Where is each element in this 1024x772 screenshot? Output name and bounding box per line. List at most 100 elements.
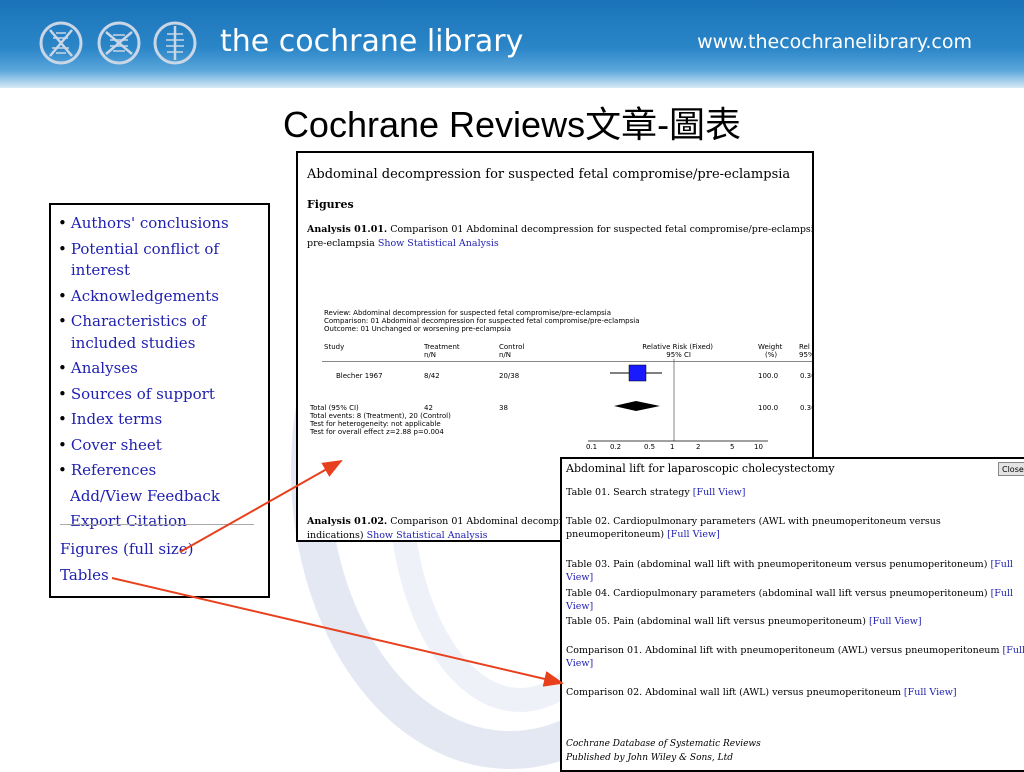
review-nav-panel: • Authors' conclusions • Potential conflict… bbox=[49, 203, 270, 598]
overall-effect: Test for overall effect z=2.88 p=0.004 bbox=[310, 428, 444, 436]
nav-item-label: Export Citation bbox=[70, 512, 187, 530]
show-statistical-analysis-link[interactable]: Show Statistical Analysis bbox=[378, 238, 499, 249]
footer-line-1: Cochrane Database of Systematic Reviews bbox=[566, 739, 761, 749]
nav-item-label: Cover sheet bbox=[70, 435, 162, 454]
bullet: • bbox=[58, 435, 67, 454]
bullet: • bbox=[58, 461, 67, 479]
axis-tick-label: 5 bbox=[730, 443, 735, 451]
heterogeneity: Test for heterogeneity: not applicable bbox=[310, 420, 441, 428]
nav-item-label: Characteristics of included studies bbox=[70, 312, 207, 352]
table-item-title: Table 02. Cardiopulmonary parameters (AW… bbox=[566, 516, 941, 540]
table-list-item: Table 03. Pain (abdominal wall lift with… bbox=[566, 558, 1024, 584]
nav-item-label: Analyses bbox=[70, 359, 138, 377]
table-list-item: Table 04. Cardiopulmonary parameters (ab… bbox=[566, 587, 1024, 613]
bullet: • bbox=[58, 214, 67, 232]
nav-item-label: Potential conflict of interest bbox=[70, 239, 219, 280]
bullet: • bbox=[58, 239, 67, 258]
full-view-link[interactable]: [Full View] bbox=[667, 529, 720, 540]
full-view-link[interactable]: [Full View] bbox=[904, 687, 957, 698]
dna-logo-icon bbox=[97, 21, 141, 65]
nav-item[interactable]: • Index terms bbox=[58, 409, 263, 431]
study-treatment: 8/42 bbox=[424, 372, 440, 380]
nav-item[interactable]: • References bbox=[58, 460, 263, 482]
axis-tick-label: 1 bbox=[670, 443, 675, 451]
brand-name: the cochrane library bbox=[220, 24, 524, 59]
summary-diamond bbox=[614, 401, 660, 411]
table-item-title: Table 05. Pain (abdominal wall lift vers… bbox=[566, 616, 866, 627]
table-item-title: Comparison 02. Abdominal wall lift (AWL)… bbox=[566, 687, 901, 698]
analysis-1-caption: Analysis 01.01. Comparison 01 Abdominal … bbox=[307, 223, 814, 251]
effect-marker bbox=[628, 364, 647, 382]
nav-item[interactable]: • Potential conflict of interest bbox=[58, 239, 263, 282]
dna-logo-icon bbox=[39, 21, 83, 65]
axis-tick-label: 0.1 bbox=[586, 443, 598, 451]
bullet: • bbox=[58, 286, 67, 305]
nav-item[interactable]: • Analyses bbox=[58, 358, 263, 380]
axis-tick-label: 10 bbox=[754, 443, 763, 451]
nav-item[interactable]: • Acknowledgements bbox=[58, 286, 263, 308]
meta-review: Review: Abdominal decompression for susp… bbox=[324, 309, 612, 317]
analysis-2-text: Comparison 01 Abdominal decompressio bbox=[390, 516, 588, 527]
col-study: Study bbox=[324, 343, 345, 351]
analysis-2-text2: indications) bbox=[307, 530, 364, 541]
nav-item[interactable]: • Authors' conclusions bbox=[58, 213, 263, 235]
total-events: Total events: 8 (Treatment), 20 (Control… bbox=[310, 412, 451, 420]
col-treatment: Treatment n/N bbox=[424, 343, 460, 359]
meta-comparison: Comparison: 01 Abdominal decompression f… bbox=[324, 317, 640, 325]
total-control: 38 bbox=[499, 404, 508, 412]
study-name: Blecher 1967 bbox=[336, 372, 383, 380]
dna-logo-icon bbox=[153, 21, 197, 65]
nav-item-label: Sources of support bbox=[70, 384, 215, 403]
tables-screenshot: Abdominal lift for laparoscopic cholecys… bbox=[560, 457, 1024, 772]
show-statistical-analysis-link-2[interactable]: Show Statistical Analysis bbox=[367, 530, 488, 540]
divider bbox=[60, 524, 254, 525]
tables-title: Abdominal lift for laparoscopic cholecys… bbox=[566, 462, 835, 475]
table-list-item: Table 01. Search strategy [Full View] bbox=[566, 486, 1024, 499]
table-list-item: Table 02. Cardiopulmonary parameters (AW… bbox=[566, 515, 1024, 541]
axis-tick-label: 0.2 bbox=[610, 443, 622, 451]
publisher-footer: Cochrane Database of Systematic Reviews … bbox=[566, 737, 761, 765]
table-list-item: Comparison 02. Abdominal wall lift (AWL)… bbox=[566, 686, 1024, 699]
tables-link[interactable]: Tables bbox=[60, 566, 109, 584]
analysis-2-label: Analysis 01.02. bbox=[307, 516, 388, 527]
analysis-1-label: Analysis 01.01. bbox=[307, 224, 388, 235]
table-item-title: Comparison 01. Abdominal lift with pneum… bbox=[566, 645, 1000, 656]
forest-plot-meta: Review: Abdominal decompression for susp… bbox=[324, 309, 640, 333]
close-button[interactable]: Close bbox=[998, 462, 1024, 476]
nav-item[interactable]: Export Citation bbox=[58, 511, 263, 533]
header-banner: the cochrane library www.thecochranelibr… bbox=[0, 0, 1024, 88]
slide-title: Cochrane Reviews文章-圖表 bbox=[282, 104, 742, 145]
nav-item-label: References bbox=[70, 461, 157, 479]
forest-plot bbox=[588, 359, 768, 442]
bullet: • bbox=[58, 312, 67, 330]
total-rel: 0.36 bbox=[800, 404, 812, 412]
col-rel: Rel 95% bbox=[799, 343, 814, 359]
site-url[interactable]: www.thecochranelibrary.com bbox=[697, 31, 972, 53]
review-title: Abdominal decompression for suspected fe… bbox=[307, 167, 791, 182]
total-treatment: 42 bbox=[424, 404, 433, 412]
analysis-1-text: Comparison 01 Abdominal decompression fo… bbox=[390, 224, 814, 235]
study-rel: 0.36 bbox=[800, 372, 812, 380]
nav-item[interactable]: • Characteristics of included studies bbox=[58, 311, 263, 354]
nav-item[interactable]: Add/View Feedback bbox=[58, 486, 263, 508]
nav-item[interactable]: • Sources of support bbox=[58, 384, 263, 406]
col-control: Control n/N bbox=[499, 343, 525, 359]
nav-item-label: Add/View Feedback bbox=[70, 486, 220, 505]
analysis-2-caption: Analysis 01.02. Comparison 01 Abdominal … bbox=[307, 515, 588, 541]
nav-list: • Authors' conclusions • Potential conflict… bbox=[58, 213, 263, 537]
nav-item-label: Index terms bbox=[70, 410, 163, 428]
figures-link[interactable]: Figures (full size) bbox=[60, 540, 194, 558]
table-item-title: Table 01. Search strategy bbox=[566, 487, 690, 498]
bullet: • bbox=[58, 359, 67, 377]
table-list-item: Table 05. Pain (abdominal wall lift vers… bbox=[566, 615, 1024, 628]
table-list-item: Comparison 01. Abdominal lift with pneum… bbox=[566, 644, 1024, 670]
axis-tick-label: 2 bbox=[696, 443, 701, 451]
bullet: • bbox=[58, 410, 67, 428]
section-heading: Figures bbox=[307, 198, 354, 211]
axis-tick-label: 0.5 bbox=[644, 443, 656, 451]
nav-item-label: Authors' conclusions bbox=[70, 214, 229, 232]
meta-outcome: Outcome: 01 Unchanged or worsening pre-e… bbox=[324, 325, 511, 333]
nav-item[interactable]: • Cover sheet bbox=[58, 435, 263, 457]
full-view-link[interactable]: [Full View] bbox=[869, 616, 922, 627]
full-view-link[interactable]: [Full View] bbox=[693, 487, 746, 498]
